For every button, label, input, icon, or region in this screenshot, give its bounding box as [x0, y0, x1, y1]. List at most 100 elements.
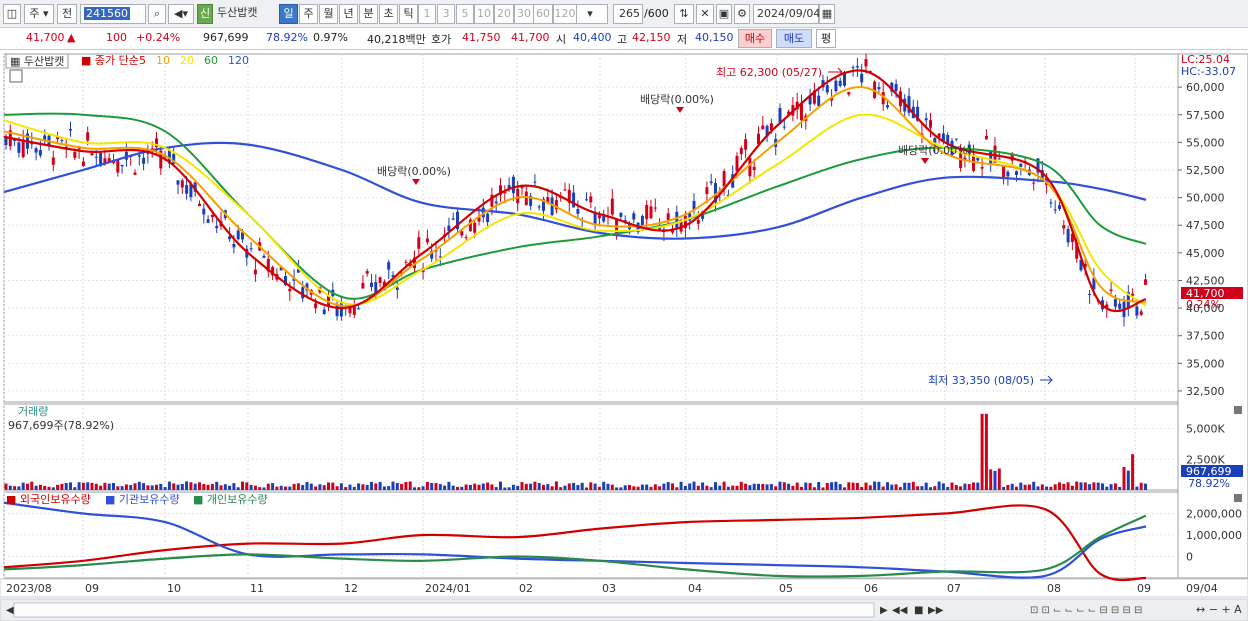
holdings-close-icon[interactable]: [1234, 494, 1242, 502]
price-tick-label: 32,500: [1186, 385, 1225, 398]
volume-bar: [976, 482, 980, 490]
candle-body: [361, 282, 365, 289]
volume-bar: [585, 487, 588, 490]
period-tab-6[interactable]: 틱: [399, 4, 418, 24]
up-arrow-icon: ▲: [67, 31, 76, 44]
dividend-note: 배당락(0.00%): [640, 93, 714, 106]
candle-body: [1118, 303, 1122, 309]
volume-bar: [744, 483, 748, 490]
x-tick-label: 07: [947, 582, 961, 595]
holdings-legend-2: ■ 개인보유수량: [193, 493, 268, 506]
interval-tab-30[interactable]: 30: [514, 4, 534, 24]
volume-bar: [309, 483, 313, 490]
volume-bar: [907, 482, 911, 490]
candle-body: [94, 156, 98, 158]
candle-body: [473, 222, 477, 233]
volume-bar: [1101, 483, 1104, 490]
volume-bar: [658, 486, 662, 490]
volume-bar: [499, 481, 502, 490]
volume-bar: [1079, 482, 1083, 490]
candle-body: [924, 118, 928, 121]
candle-body: [709, 181, 713, 184]
ma-legend-120: 120: [228, 54, 249, 67]
volume-bar: [1023, 484, 1027, 490]
volume-bar: [172, 483, 176, 490]
interval-tab-10[interactable]: 10: [474, 4, 494, 24]
calendar-icon[interactable]: ▦: [819, 4, 835, 24]
candle-body: [576, 209, 580, 214]
buy-button[interactable]: 매수: [738, 29, 772, 48]
volume-bar: [825, 482, 829, 490]
candle-type-icon[interactable]: ⇅: [674, 4, 694, 24]
period-select[interactable]: 전: [57, 4, 77, 24]
code-input[interactable]: 241560: [80, 4, 146, 24]
interval-tab-60[interactable]: 60: [533, 4, 553, 24]
volume-bar: [365, 485, 369, 490]
period-tab-3[interactable]: 년: [339, 4, 358, 24]
holdings-tick-label: 0: [1186, 551, 1193, 564]
candle-body: [1049, 202, 1053, 204]
chart-area[interactable]: 2023/08 09 10 11 12 2024/01 02 03 04 05 06 07 08 09 09…: [0, 50, 1248, 621]
volume-bar: [193, 483, 197, 490]
volume-bar: [593, 483, 597, 490]
interval-tab-120[interactable]: 120: [553, 4, 577, 24]
period-tab-0[interactable]: 일: [279, 4, 298, 24]
date-input[interactable]: 2024/09/04: [753, 4, 820, 24]
count-total: /600: [644, 7, 669, 20]
volume-bar: [51, 487, 55, 490]
interval-tab-20[interactable]: 20: [494, 4, 514, 24]
period-tab-2[interactable]: 월: [319, 4, 338, 24]
interval-dropdown[interactable]: ▾: [572, 4, 608, 24]
candle-body: [954, 138, 958, 140]
table-icon[interactable]: [9, 69, 23, 83]
candle-body: [980, 166, 984, 169]
volume-bar: [314, 486, 318, 490]
window-icon[interactable]: ◫: [3, 4, 21, 24]
eval-button[interactable]: 평: [816, 29, 836, 48]
settings-icon[interactable]: ⚙: [734, 4, 750, 24]
interval-tab-3[interactable]: 3: [437, 4, 455, 24]
candle-body: [1109, 289, 1113, 291]
volume-bar: [189, 482, 193, 490]
candle-body: [735, 155, 739, 172]
volume-bar: [855, 482, 859, 490]
bid-price: 41,700: [511, 31, 550, 44]
sell-button[interactable]: 매도: [776, 29, 812, 48]
candle-body: [649, 206, 653, 219]
volume-bar: [292, 483, 296, 490]
volume-bar: [929, 487, 932, 490]
candle-body: [572, 192, 576, 208]
volume-close-icon[interactable]: [1234, 406, 1242, 414]
chart-tool-icons: ⊡ ⊡ ⌙ ⌙ ⌙ ⌙ ⊟ ⊟ ⊟ ⊟: [1030, 605, 1142, 616]
candle-body: [21, 139, 25, 158]
period-tab-1[interactable]: 주: [299, 4, 318, 24]
crosshair-icon[interactable]: ✕: [696, 4, 714, 24]
volume-bar: [1096, 482, 1100, 490]
interval-tab-1[interactable]: 1: [418, 4, 436, 24]
volume-bar: [305, 482, 309, 490]
speaker-icon[interactable]: ◀▾: [168, 4, 194, 24]
scroll-thumb[interactable]: [13, 602, 875, 618]
candle-body: [253, 269, 257, 275]
volume-bar: [946, 486, 950, 490]
save-icon[interactable]: ▣: [716, 4, 732, 24]
volume-bar: [963, 483, 967, 490]
volume-bar: [606, 483, 610, 490]
market-select[interactable]: 주 ▾: [24, 4, 54, 24]
volume-bar: [425, 481, 429, 490]
candle-body: [619, 212, 623, 217]
volume-bar: [38, 484, 42, 490]
candle-body: [705, 187, 709, 194]
period-tab-4[interactable]: 분: [359, 4, 378, 24]
volume-bar: [408, 481, 412, 490]
volume-bar: [688, 483, 692, 490]
candle-body: [929, 120, 932, 128]
volume-bar: [692, 481, 696, 490]
volume-bar: [271, 483, 275, 490]
search-icon[interactable]: ⌕: [148, 4, 166, 24]
interval-tab-5[interactable]: 5: [456, 4, 474, 24]
x-tick-label: 04: [688, 582, 702, 595]
count-input[interactable]: 265: [613, 4, 643, 24]
period-tab-5[interactable]: 초: [379, 4, 398, 24]
volume-bar: [511, 484, 515, 490]
